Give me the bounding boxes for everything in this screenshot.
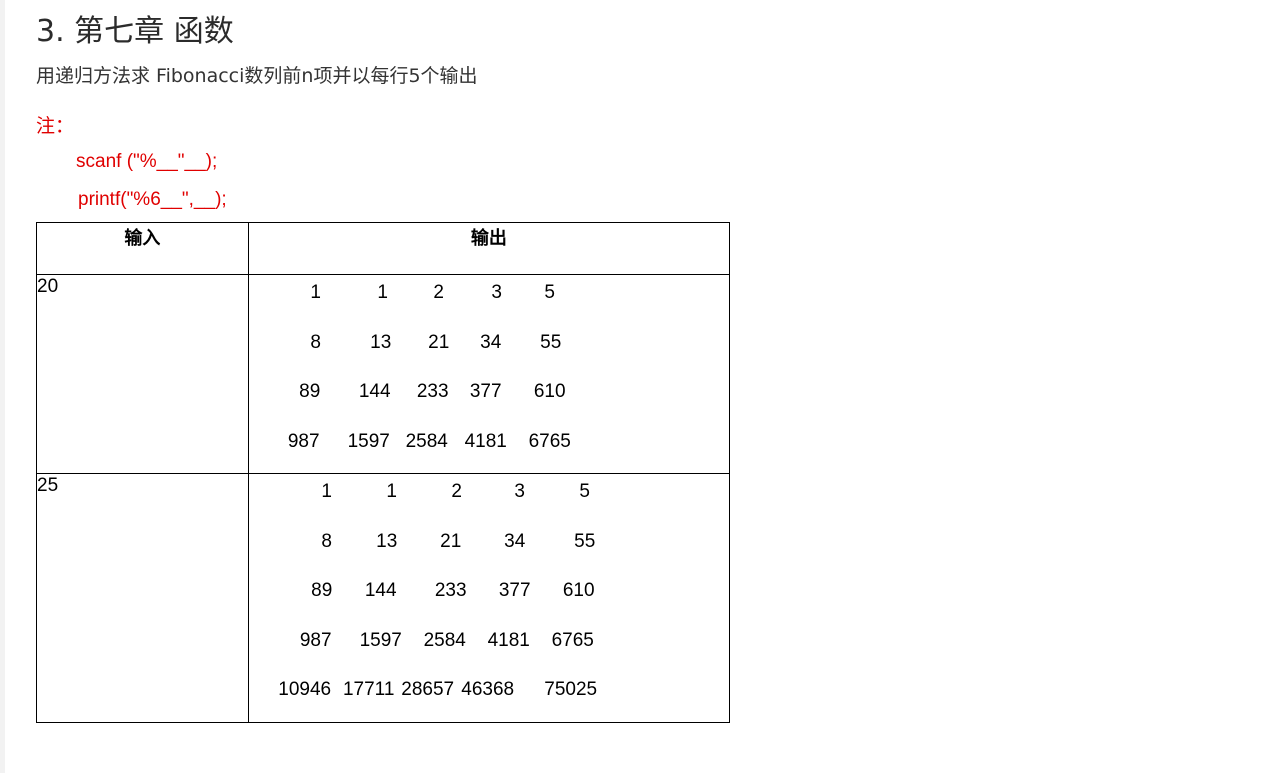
output-line: 89 144 233 377 610 [249, 573, 729, 623]
note-label: 注： [36, 115, 75, 137]
fibonacci-number: 377 [498, 580, 531, 601]
fibonacci-number: 1 [377, 282, 388, 303]
fibonacci-number: 1 [321, 481, 332, 502]
fibonacci-number: 4181 [464, 430, 507, 452]
fibonacci-number: 987 [287, 430, 320, 452]
fibonacci-number: 2 [451, 481, 462, 502]
table-row: 20 1 1 2 3 5 8 13 21 34 55 89 144 233 377 610 987 1597 258… [36, 274, 731, 474]
fibonacci-number: 1 [310, 282, 321, 303]
fibonacci-number: 2584 [423, 629, 466, 651]
fibonacci-number: 610 [533, 381, 566, 402]
output-value-cell: 1 1 2 3 5 8 13 21 34 55 89 144 233 377 610 987 1597 2584 4… [247, 473, 731, 723]
fibonacci-number: 34 [480, 331, 502, 353]
fibonacci-number: 6765 [551, 629, 594, 651]
fibonacci-number: 21 [440, 530, 462, 552]
fibonacci-number: 34 [504, 530, 526, 552]
input-header: 输入 [36, 222, 249, 275]
fibonacci-number: 8 [321, 530, 332, 552]
output-line: 8 13 21 34 55 [249, 325, 729, 375]
fibonacci-number: 13 [370, 331, 392, 353]
table-header-row: 输入 输出 [36, 222, 731, 275]
fibonacci-number: 13 [376, 530, 398, 552]
input-value: 20 [37, 276, 59, 297]
input-value-cell: 20 [36, 274, 249, 474]
fibonacci-number: 233 [434, 580, 467, 601]
io-table: 输入 输出 20 1 1 2 3 5 8 13 21 34 55 89 144 233 377 610 987 1… [36, 222, 731, 723]
fibonacci-number: 55 [574, 530, 596, 552]
note-scanf-line: scanf ("%__"__); [76, 151, 218, 172]
fibonacci-number: 5 [544, 282, 555, 303]
fibonacci-number: 987 [299, 629, 332, 651]
output-value-cell: 1 1 2 3 5 8 13 21 34 55 89 144 233 377 610 987 1597 2584 4… [247, 274, 731, 474]
left-gutter [0, 0, 5, 773]
fibonacci-number: 2 [433, 282, 444, 303]
fibonacci-number: 89 [299, 381, 321, 402]
table-row: 25 1 1 2 3 5 8 13 21 34 55 89 144 233 377 610 987 1597 258… [36, 473, 731, 723]
fibonacci-number: 46368 [461, 679, 515, 700]
output-line: 1 1 2 3 5 [249, 474, 729, 524]
section-heading: 3. 第七章 函数 [36, 14, 234, 49]
fibonacci-number: 1597 [359, 629, 402, 651]
fibonacci-number: 10946 [278, 679, 332, 700]
note-printf-line: printf("%6__",__); [78, 189, 227, 210]
fibonacci-number: 4181 [487, 629, 530, 651]
fibonacci-number: 610 [562, 580, 595, 601]
fibonacci-number: 1597 [347, 430, 390, 452]
fibonacci-number: 6765 [528, 430, 571, 452]
fibonacci-number: 3 [514, 481, 525, 502]
output-line: 8 13 21 34 55 [249, 524, 729, 574]
fibonacci-number: 17711 [342, 679, 395, 700]
output-line: 10946 17711 28657 46368 75025 [249, 672, 729, 722]
fibonacci-number: 55 [540, 331, 562, 353]
fibonacci-number: 144 [358, 381, 391, 402]
fibonacci-number: 8 [310, 331, 321, 353]
fibonacci-number: 89 [311, 580, 333, 601]
output-line: 987 1597 2584 4181 6765 [249, 623, 729, 673]
output-header: 输出 [247, 222, 731, 275]
output-line: 987 1597 2584 4181 6765 [249, 424, 729, 474]
input-value-cell: 25 [36, 473, 249, 723]
fibonacci-number: 2584 [405, 430, 448, 452]
problem-description: 用递归方法求 Fibonacci数列前n项并以每行5个输出 [36, 65, 478, 87]
fibonacci-number: 3 [491, 282, 502, 303]
fibonacci-number: 377 [469, 381, 502, 402]
fibonacci-number: 75025 [544, 679, 598, 700]
fibonacci-number: 21 [428, 331, 450, 353]
output-line: 89 144 233 377 610 [249, 374, 729, 424]
input-value: 25 [37, 475, 59, 496]
fibonacci-number: 5 [579, 481, 590, 502]
fibonacci-number: 233 [416, 381, 449, 402]
fibonacci-number: 144 [364, 580, 397, 601]
output-line: 1 1 2 3 5 [249, 275, 729, 325]
fibonacci-number: 28657 [401, 679, 455, 700]
fibonacci-number: 1 [386, 481, 397, 502]
